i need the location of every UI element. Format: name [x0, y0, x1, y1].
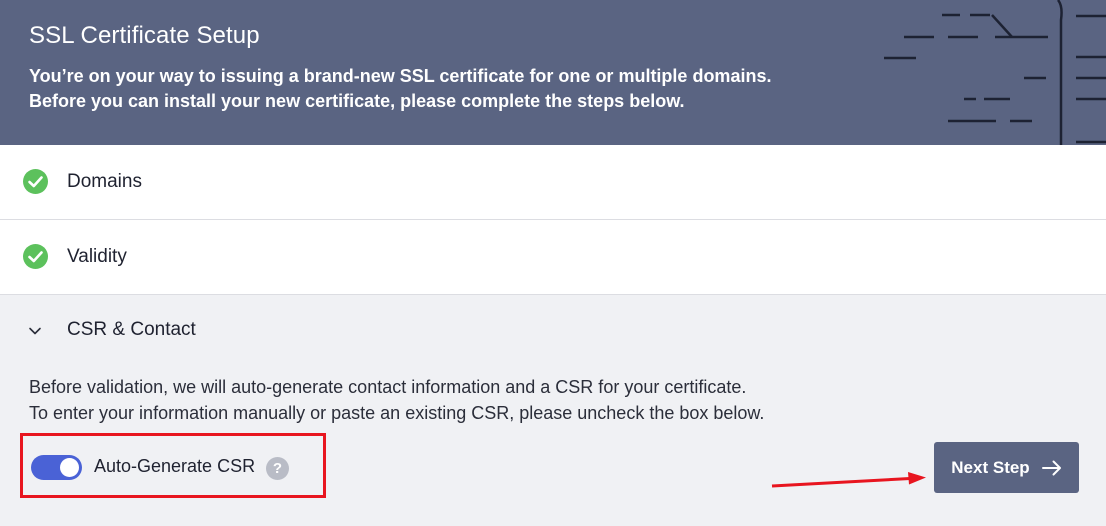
csr-description-line-2: To enter your information manually or pa… — [29, 403, 765, 423]
header-description-line-2: Before you can install your new certific… — [29, 91, 685, 111]
page-header: SSL Certificate Setup You’re on your way… — [0, 0, 1106, 145]
toggle-knob — [60, 458, 79, 477]
auto-generate-csr-label[interactable]: Auto-Generate CSR — [94, 456, 255, 477]
step-label-validity: Validity — [67, 246, 127, 267]
check-circle-icon — [23, 169, 48, 194]
step-csr-contact: CSR & Contact Before validation, we will… — [0, 296, 1106, 526]
step-domains[interactable]: Domains — [0, 145, 1106, 220]
csr-description-line-1: Before validation, we will auto-generate… — [29, 377, 747, 397]
annotation-arrow — [771, 472, 926, 488]
step-validity[interactable]: Validity — [0, 220, 1106, 295]
decorative-lines-graphic — [884, 0, 1106, 145]
page-title: SSL Certificate Setup — [29, 22, 260, 49]
step-label-domains: Domains — [67, 171, 142, 192]
header-description: You’re on your way to issuing a brand-ne… — [29, 64, 849, 114]
auto-generate-csr-toggle[interactable] — [31, 455, 82, 480]
header-description-line-1: You’re on your way to issuing a brand-ne… — [29, 66, 772, 86]
step-label-csr-contact[interactable]: CSR & Contact — [67, 319, 196, 341]
arrow-right-icon — [1041, 460, 1061, 475]
next-step-button[interactable]: Next Step — [934, 442, 1079, 493]
check-circle-icon — [23, 244, 48, 269]
chevron-down-icon[interactable] — [28, 324, 42, 338]
help-icon[interactable]: ? — [266, 457, 289, 480]
csr-description: Before validation, we will auto-generate… — [29, 374, 929, 426]
next-step-label: Next Step — [951, 457, 1030, 477]
